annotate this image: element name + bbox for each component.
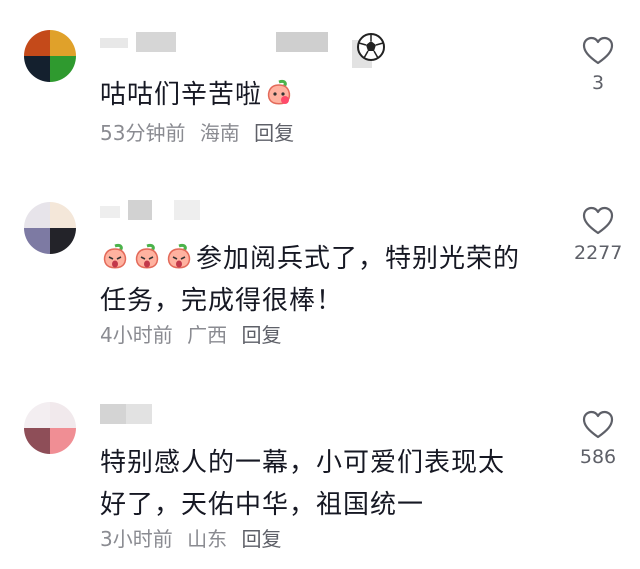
comment-time: 3小时前: [100, 527, 173, 551]
comment-location: 海南: [199, 121, 240, 145]
comment-text-content: 咕咕们辛苦啦: [100, 80, 263, 110]
comment-meta: 53分钟前 海南 回复: [100, 120, 302, 146]
avatar[interactable]: [24, 30, 76, 82]
reply-button[interactable]: 回复: [241, 323, 281, 347]
comment-location: 广西: [187, 323, 228, 347]
peach-emoji-icon: [267, 80, 291, 105]
comment-text-line-2: 好了，天佑中华，祖国统一: [100, 490, 425, 520]
crying-peach-emoji-icon: [167, 244, 191, 269]
like-button[interactable]: 586: [574, 410, 622, 468]
like-count: 3: [591, 72, 605, 94]
heart-icon: [582, 36, 614, 65]
avatar[interactable]: [24, 402, 76, 454]
comment-time: 53分钟前: [100, 121, 186, 145]
comment-meta: 3小时前 山东 回复: [100, 526, 289, 552]
comment-text: 特别感人的一幕，小可爱们表现太 好了，天佑中华，祖国统一: [100, 442, 560, 526]
comment-text-line-1: 参加阅兵式了，特别光荣的: [100, 238, 560, 280]
comment-text: 参加阅兵式了，特别光荣的 任务，完成得很棒！: [100, 238, 560, 322]
like-count: 586: [579, 446, 617, 468]
comment-time: 4小时前: [100, 323, 173, 347]
crying-peach-emoji-icon: [135, 244, 159, 269]
comment-text-content: 参加阅兵式了，特别光荣的: [196, 244, 521, 274]
avatar[interactable]: [24, 202, 76, 254]
comment-text-line-1: 特别感人的一幕，小可爱们表现太: [100, 448, 506, 478]
like-count: 2277: [574, 242, 623, 264]
reply-button[interactable]: 回复: [254, 121, 294, 145]
soccer-ball-icon: [357, 33, 385, 61]
heart-icon: [582, 410, 614, 439]
comment-meta: 4小时前 广西 回复: [100, 322, 289, 348]
comment-location: 山东: [187, 527, 228, 551]
reply-button[interactable]: 回复: [241, 527, 281, 551]
heart-icon: [582, 206, 614, 235]
like-button[interactable]: 3: [574, 36, 622, 94]
crying-peach-emoji-icon: [103, 244, 127, 269]
comment-text-line-2: 任务，完成得很棒！: [100, 286, 344, 316]
comment-text: 咕咕们辛苦啦: [100, 74, 560, 116]
like-button[interactable]: 2277: [574, 206, 622, 264]
